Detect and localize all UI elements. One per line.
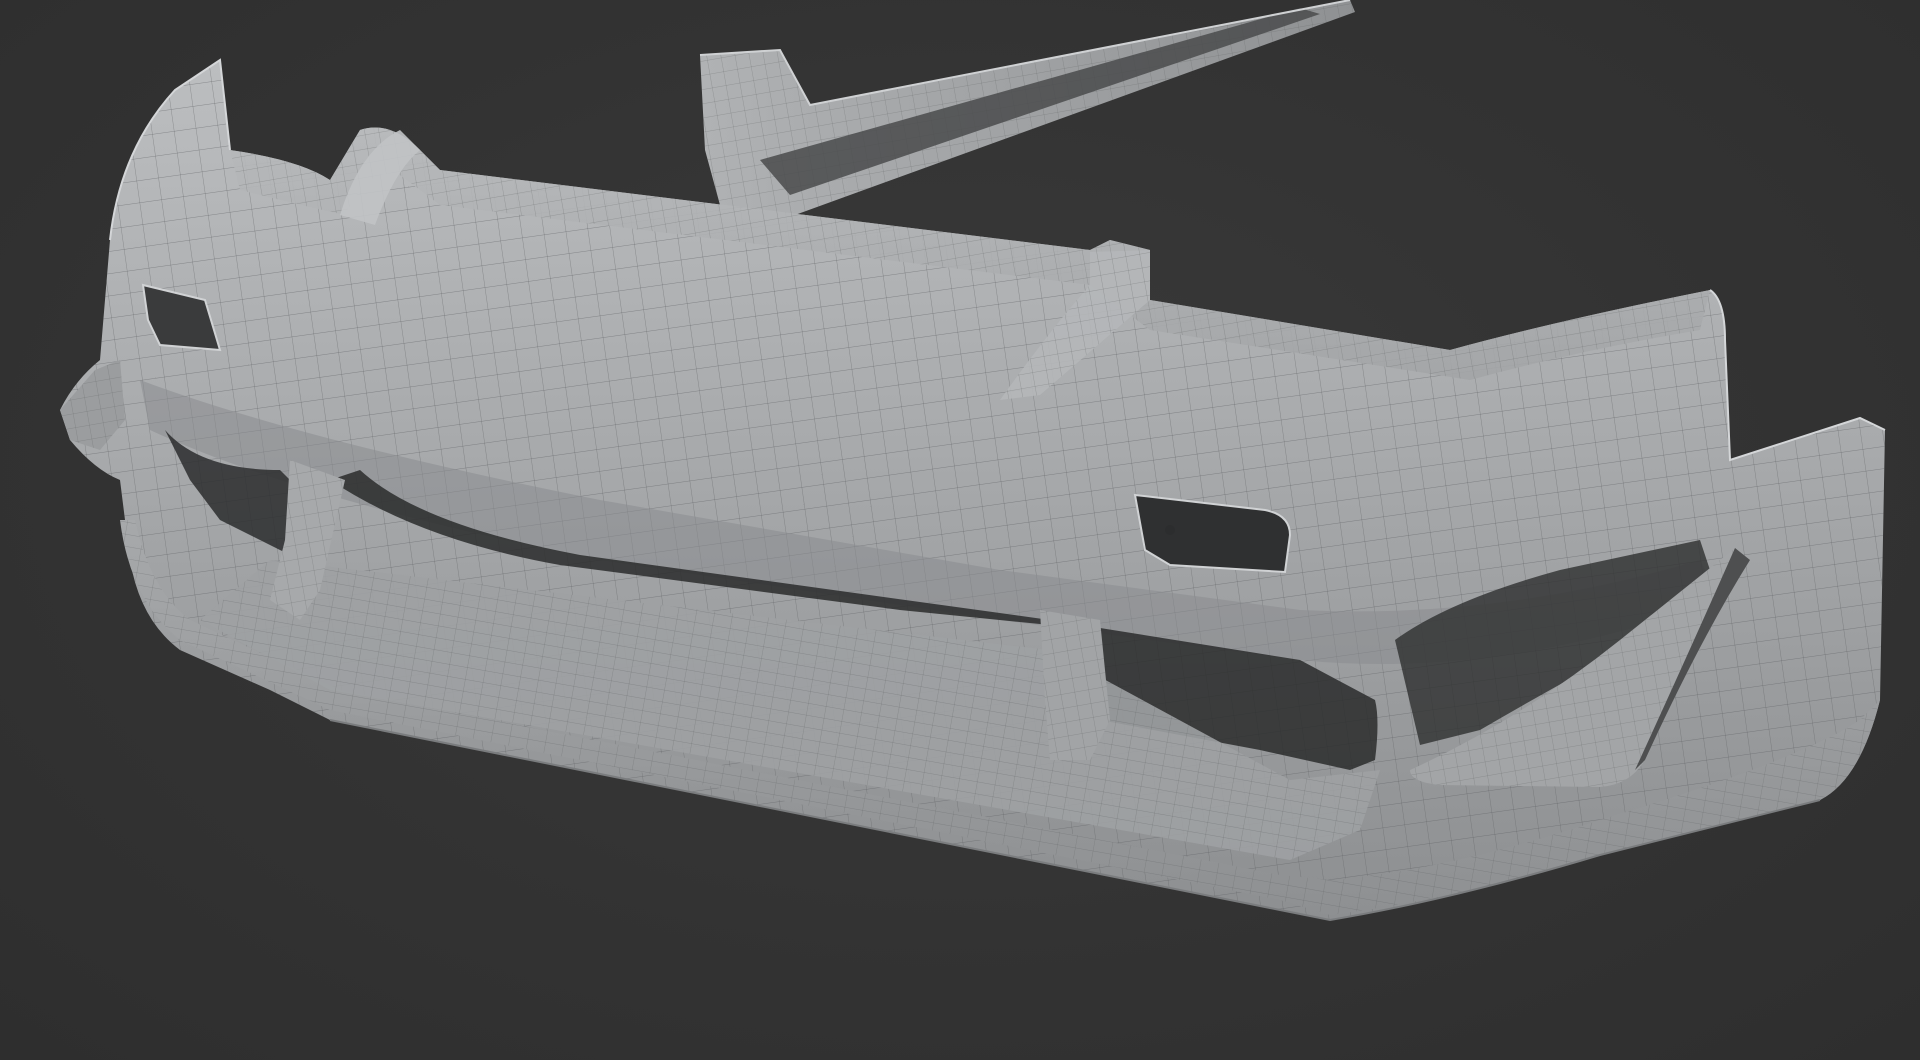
- front-bumper-mesh[interactable]: [60, 58, 1886, 922]
- 3d-viewport[interactable]: [0, 0, 1920, 1060]
- side-skirt-mesh[interactable]: [699, 0, 1355, 215]
- scene-render[interactable]: [0, 0, 1920, 1060]
